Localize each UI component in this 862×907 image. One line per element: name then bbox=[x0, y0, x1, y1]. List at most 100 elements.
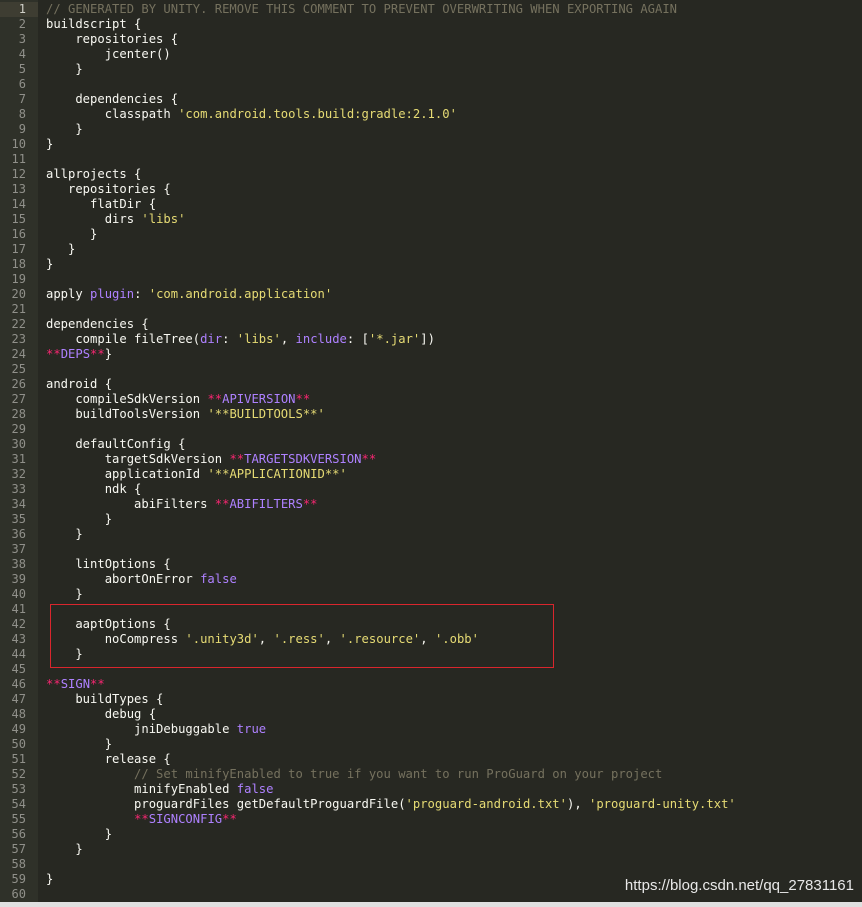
line-number: 55 bbox=[11, 812, 26, 826]
code-line[interactable]: 26 android { bbox=[0, 377, 862, 392]
code-line[interactable]: 32 applicationId '**APPLICATIONID**' bbox=[0, 467, 862, 482]
code-line[interactable]: 8 classpath 'com.android.tools.build:gra… bbox=[0, 107, 862, 122]
code-text: targetSdkVersion **TARGETSDKVERSION** bbox=[46, 452, 377, 467]
code-line[interactable]: 25 bbox=[0, 362, 862, 377]
code-token: minifyEnabled bbox=[46, 782, 237, 796]
code-line[interactable]: 28 buildToolsVersion '**BUILDTOOLS**' bbox=[0, 407, 862, 422]
line-number: 57 bbox=[11, 842, 26, 856]
code-line[interactable]: 12 allprojects { bbox=[0, 167, 862, 182]
code-token: } bbox=[46, 587, 83, 601]
code-token: } bbox=[46, 137, 54, 151]
code-line[interactable]: 49 jniDebuggable true bbox=[0, 722, 862, 737]
code-line[interactable]: 10} bbox=[0, 137, 862, 152]
code-text: release { bbox=[46, 752, 171, 767]
code-text: } bbox=[46, 842, 82, 857]
code-line[interactable]: 19 bbox=[0, 272, 862, 287]
code-line[interactable]: 11 bbox=[0, 152, 862, 167]
code-token: ** bbox=[134, 812, 149, 826]
code-line[interactable]: 37 bbox=[0, 542, 862, 557]
code-line[interactable]: 21 bbox=[0, 302, 862, 317]
code-line[interactable]: 20 apply plugin: 'com.android.application… bbox=[0, 287, 862, 302]
code-text: flatDir { bbox=[46, 197, 156, 212]
code-line[interactable]: 18} bbox=[0, 257, 862, 272]
code-line[interactable]: 22 dependencies { bbox=[0, 317, 862, 332]
code-line[interactable]: 39 abortOnError false bbox=[0, 572, 862, 587]
code-token: compile fileTree( bbox=[46, 332, 201, 346]
line-number: 44 bbox=[11, 647, 26, 661]
code-line[interactable]: 50 } bbox=[0, 737, 862, 752]
line-number: 38 bbox=[11, 557, 26, 571]
code-line[interactable]: 2 buildscript { bbox=[0, 17, 862, 32]
line-number: 34 bbox=[11, 497, 26, 511]
code-line[interactable]: 6 bbox=[0, 77, 862, 92]
line-number: 46 bbox=[11, 677, 26, 691]
code-line[interactable]: 33 ndk { bbox=[0, 482, 862, 497]
code-line[interactable]: 29 bbox=[0, 422, 862, 437]
code-text: jcenter() bbox=[46, 47, 171, 62]
code-line[interactable]: 38 lintOptions { bbox=[0, 557, 862, 572]
code-token: 'proguard-android.txt' bbox=[405, 797, 567, 811]
code-lines[interactable]: 1 // GENERATED BY UNITY. REMOVE THIS COMM… bbox=[0, 2, 862, 902]
code-line[interactable]: 57 } bbox=[0, 842, 862, 857]
code-token: apply bbox=[46, 287, 91, 301]
code-line[interactable]: 54 proguardFiles getDefaultProguardFile(… bbox=[0, 797, 862, 812]
code-editor[interactable]: 1 // GENERATED BY UNITY. REMOVE THIS COMM… bbox=[0, 0, 862, 902]
line-number: 33 bbox=[11, 482, 26, 496]
code-line[interactable]: 55 **SIGNCONFIG** bbox=[0, 812, 862, 827]
code-line[interactable]: 5 } bbox=[0, 62, 862, 77]
code-token: } bbox=[46, 242, 76, 256]
code-token: ** bbox=[207, 392, 223, 406]
code-line[interactable]: 17 } bbox=[0, 242, 862, 257]
code-line[interactable]: 16 } bbox=[0, 227, 862, 242]
code-token: dirs bbox=[46, 212, 142, 226]
code-line[interactable]: 24 **DEPS**} bbox=[0, 347, 862, 362]
code-text: minifyEnabled false bbox=[46, 782, 273, 797]
code-line[interactable]: 7 dependencies { bbox=[0, 92, 862, 107]
line-number: 56 bbox=[11, 827, 26, 841]
code-text: } bbox=[46, 137, 53, 152]
line-number: 3 bbox=[18, 32, 26, 46]
line-number: 39 bbox=[11, 572, 26, 586]
line-number: 28 bbox=[11, 407, 26, 421]
code-line[interactable]: 56 } bbox=[0, 827, 862, 842]
code-line[interactable]: 40 } bbox=[0, 587, 862, 602]
code-line[interactable]: 52 // Set minifyEnabled to true if you w… bbox=[0, 767, 862, 782]
code-line[interactable]: 34 abiFilters **ABIFILTERS** bbox=[0, 497, 862, 512]
code-line[interactable]: 46 **SIGN** bbox=[0, 677, 862, 692]
code-token: jcenter() bbox=[46, 47, 171, 61]
line-number: 17 bbox=[11, 242, 26, 256]
line-number: 58 bbox=[11, 857, 26, 871]
code-line[interactable]: 31 targetSdkVersion **TARGETSDKVERSION** bbox=[0, 452, 862, 467]
code-line[interactable]: 30 defaultConfig { bbox=[0, 437, 862, 452]
line-number: 36 bbox=[11, 527, 26, 541]
code-text: buildscript { bbox=[46, 17, 141, 32]
code-line[interactable]: 14 flatDir { bbox=[0, 197, 862, 212]
code-text: lintOptions { bbox=[46, 557, 171, 572]
code-line[interactable]: 1 // GENERATED BY UNITY. REMOVE THIS COMM… bbox=[0, 2, 862, 17]
code-line[interactable]: 35 } bbox=[0, 512, 862, 527]
code-line[interactable]: 4 jcenter() bbox=[0, 47, 862, 62]
code-token: classpath bbox=[46, 107, 179, 121]
code-line[interactable]: 3 repositories { bbox=[0, 32, 862, 47]
code-line[interactable]: 15 dirs 'libs' bbox=[0, 212, 862, 227]
line-number: 25 bbox=[11, 362, 26, 376]
code-line[interactable]: 27 compileSdkVersion **APIVERSION** bbox=[0, 392, 862, 407]
code-line[interactable]: 48 debug { bbox=[0, 707, 862, 722]
code-text: } bbox=[46, 122, 82, 137]
code-token: buildToolsVersion bbox=[46, 407, 208, 421]
code-line[interactable]: 51 release { bbox=[0, 752, 862, 767]
code-line[interactable]: 9 } bbox=[0, 122, 862, 137]
code-text: android { bbox=[46, 377, 112, 392]
code-line[interactable]: 47 buildTypes { bbox=[0, 692, 862, 707]
code-line[interactable]: 13 repositories { bbox=[0, 182, 862, 197]
code-line[interactable]: 53 minifyEnabled false bbox=[0, 782, 862, 797]
code-line[interactable]: 23 compile fileTree(dir: 'libs', include… bbox=[0, 332, 862, 347]
code-token: APIVERSION bbox=[222, 392, 296, 406]
code-token: lintOptions { bbox=[46, 557, 171, 571]
code-line[interactable]: 58 bbox=[0, 857, 862, 872]
code-line[interactable]: 36 } bbox=[0, 527, 862, 542]
code-text: dirs 'libs' bbox=[46, 212, 186, 227]
code-token: ndk { bbox=[46, 482, 142, 496]
code-token: ** bbox=[90, 347, 105, 361]
